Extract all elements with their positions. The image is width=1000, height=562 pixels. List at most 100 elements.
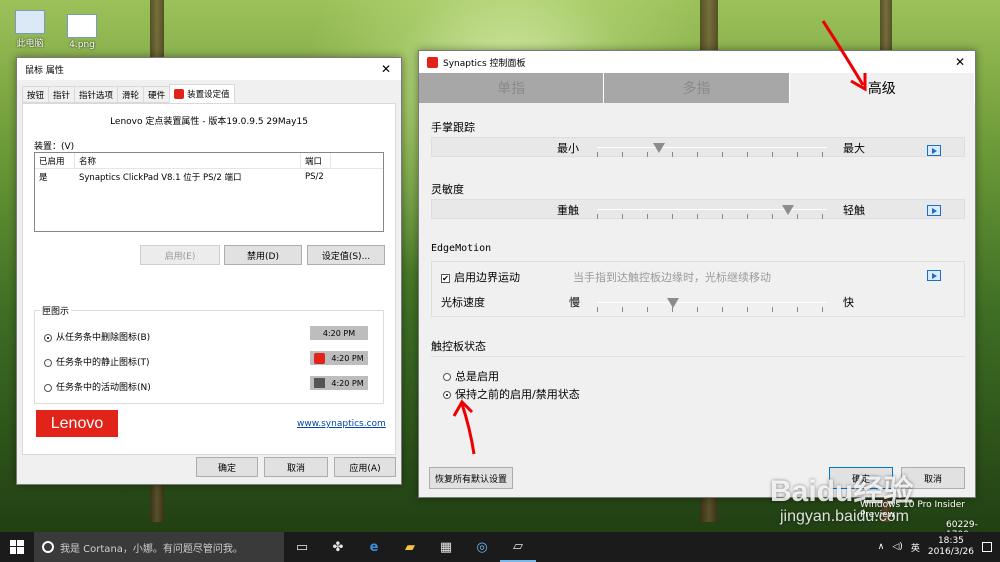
cursor-speed-label: 光标速度 xyxy=(441,296,485,309)
computer-icon xyxy=(15,10,45,34)
synaptics-link[interactable]: www.synaptics.com xyxy=(297,419,386,429)
palm-min-label: 最小 xyxy=(557,142,579,155)
tab-hardware[interactable]: 硬件 xyxy=(143,86,171,103)
edgemotion-checkbox[interactable]: ✔ 启用边界运动 xyxy=(441,269,520,285)
desktop-icon-computer[interactable]: 此电脑 xyxy=(2,10,58,49)
synaptics-titlebar: Synaptics 控制面板 ✕ xyxy=(419,51,975,73)
fan-app-icon[interactable]: ✤ xyxy=(320,532,356,562)
sensitivity-slider-thumb[interactable] xyxy=(781,205,794,215)
desktop-icon-png[interactable]: 4.png xyxy=(54,14,110,50)
tab-wheel[interactable]: 滑轮 xyxy=(117,86,145,103)
cursor-speed-ticks xyxy=(597,307,827,312)
palm-slider-thumb[interactable] xyxy=(653,143,666,153)
radio-empty-icon xyxy=(44,358,52,367)
cancel-button[interactable]: 取消 xyxy=(264,457,328,477)
touchpad-tray-icon xyxy=(314,378,326,388)
tab-buttons[interactable]: 按钮 xyxy=(22,86,50,103)
system-tray: ∧ ◁) 英 18:35 2016/3/26 xyxy=(878,536,1000,558)
task-view-icon[interactable]: ▭ xyxy=(284,532,320,562)
edgemotion-description: 当手指到达触控板边缘时，光标继续移动 xyxy=(573,271,771,284)
settings-button[interactable]: 设定值(S)... xyxy=(307,245,385,265)
synaptics-logo-icon xyxy=(427,56,438,68)
divider xyxy=(431,356,965,357)
tray-preview-static: 4:20 PM xyxy=(310,351,368,365)
mouse-settings-taskbar-icon[interactable]: ▱ xyxy=(500,532,536,562)
cortana-circle-icon xyxy=(42,541,54,553)
edgemotion-section-title: EdgeMotion xyxy=(431,243,492,254)
apply-button[interactable]: 应用(A) xyxy=(334,457,396,477)
close-icon[interactable]: ✕ xyxy=(371,58,401,80)
table-row[interactable]: 是 Synaptics ClickPad V8.1 位于 PS/2 端口 PS/… xyxy=(35,169,383,185)
radio-static-icon[interactable]: 任务条中的静止图标(T) xyxy=(44,355,150,368)
cortana-search-box[interactable]: 我是 Cortana，小娜。有问题尽管问我。 xyxy=(34,532,284,562)
radio-selected-icon xyxy=(443,391,451,399)
column-port[interactable]: 端口 xyxy=(301,153,331,168)
sensitivity-play-icon[interactable] xyxy=(927,205,941,216)
synaptics-tray-icon xyxy=(314,352,326,364)
devices-label: 装置：(V) xyxy=(34,142,75,152)
synaptics-logo-icon xyxy=(174,88,185,99)
synaptics-window: Synaptics 控制面板 ✕ 单指 多指 高级 手掌跟踪 最小 最大 灵敏度… xyxy=(418,50,976,498)
windows-build-text: Windows 10 Pro Insider Preview xyxy=(860,500,965,520)
sensitivity-section-title: 灵敏度 xyxy=(431,183,464,196)
disable-button[interactable]: 禁用(D) xyxy=(224,245,302,265)
checkbox-checked-icon: ✔ xyxy=(441,273,450,283)
annotation-arrow-icon xyxy=(452,399,476,455)
windows-logo-icon xyxy=(10,540,24,554)
radio-remove-icon[interactable]: 从任务条中删除图标(B) xyxy=(44,330,150,343)
tray-preview-none: 4:20 PM xyxy=(310,326,368,340)
sensitivity-max-label: 轻触 xyxy=(843,204,865,217)
restore-defaults-button[interactable]: 恢复所有默认设置 xyxy=(429,467,513,489)
speed-slow-label: 慢 xyxy=(569,296,580,309)
tray-preview-animated: 4:20 PM xyxy=(310,376,368,390)
palm-ticks xyxy=(597,152,827,157)
ie-browser-icon[interactable]: ◎ xyxy=(464,532,500,562)
chevron-up-icon[interactable]: ∧ xyxy=(878,542,885,552)
enable-button[interactable]: 启用(E) xyxy=(140,245,220,265)
column-name[interactable]: 名称 xyxy=(75,153,301,168)
tab-pointers[interactable]: 指针 xyxy=(48,86,76,103)
radio-selected-icon xyxy=(44,333,52,342)
close-icon[interactable]: ✕ xyxy=(945,51,975,73)
mouse-tabs: 按钮 指针 指针选项 滑轮 硬件 装置设定值 xyxy=(22,84,235,103)
store-icon[interactable]: ▦ xyxy=(428,532,464,562)
image-file-icon xyxy=(67,14,97,38)
speed-fast-label: 快 xyxy=(843,296,854,309)
tray-group-title: 匣图示 xyxy=(40,304,72,317)
palm-max-label: 最大 xyxy=(843,142,865,155)
taskbar: 我是 Cortana，小娜。有问题尽管问我。 ▭ ✤ e ▰ ▦ ◎ ▱ ∧ ◁… xyxy=(0,532,1000,562)
device-header: Lenovo 定点装置属性 - 版本19.0.9.5 29May15 xyxy=(110,117,308,127)
column-enabled[interactable]: 已启用 xyxy=(35,153,75,168)
device-list[interactable]: 已启用 名称 端口 是 Synaptics ClickPad V8.1 位于 P… xyxy=(34,152,384,232)
tab-multi-finger[interactable]: 多指 xyxy=(604,73,790,103)
tab-single-finger[interactable]: 单指 xyxy=(419,73,605,103)
cursor-speed-slider[interactable] xyxy=(597,302,827,303)
clock[interactable]: 18:35 2016/3/26 xyxy=(928,536,974,558)
input-language[interactable]: 英 xyxy=(911,541,920,554)
ok-button[interactable]: 确定 xyxy=(196,457,258,477)
annotation-arrow-icon xyxy=(821,20,867,92)
radio-always-enabled[interactable]: 总是启用 xyxy=(443,368,499,384)
mouse-properties-titlebar: 鼠标 属性 ✕ xyxy=(17,58,401,80)
radio-animated-icon[interactable]: 任务条中的活动图标(N) xyxy=(44,380,151,393)
palm-play-icon[interactable] xyxy=(927,145,941,156)
start-button[interactable] xyxy=(0,532,34,562)
lenovo-logo: Lenovo xyxy=(36,410,118,437)
edge-browser-icon[interactable]: e xyxy=(356,532,392,562)
tab-device-settings[interactable]: 装置设定值 xyxy=(169,84,235,103)
radio-empty-icon xyxy=(443,373,451,381)
edgemotion-play-icon[interactable] xyxy=(927,270,941,281)
cursor-speed-thumb[interactable] xyxy=(666,298,679,308)
notifications-icon[interactable] xyxy=(982,542,992,552)
palm-slider[interactable] xyxy=(597,147,827,148)
palm-section-title: 手掌跟踪 xyxy=(431,121,475,134)
touchpad-state-title: 触控板状态 xyxy=(431,340,486,353)
file-explorer-icon[interactable]: ▰ xyxy=(392,532,428,562)
device-list-header: 已启用 名称 端口 xyxy=(35,153,383,169)
window-title: 鼠标 属性 xyxy=(25,65,64,76)
tab-pointer-options[interactable]: 指针选项 xyxy=(74,86,119,103)
window-title: Synaptics 控制面板 xyxy=(443,58,526,69)
radio-empty-icon xyxy=(44,383,52,392)
sensitivity-min-label: 重触 xyxy=(557,204,579,217)
volume-icon[interactable]: ◁) xyxy=(892,542,902,552)
